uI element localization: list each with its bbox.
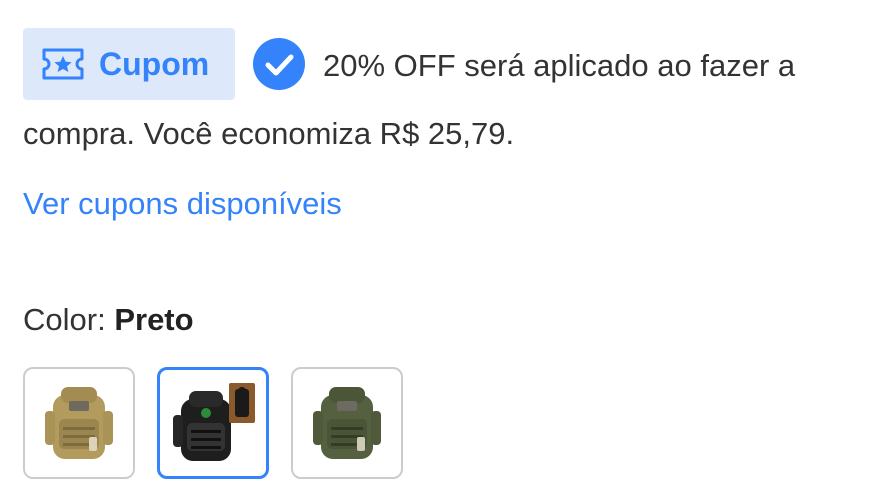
coupon-badge-label: Cupom	[99, 46, 210, 82]
color-swatches	[23, 367, 403, 479]
coupon-info: Cupom 20% OFF será aplicado ao fazer a c…	[23, 28, 863, 168]
view-coupons-link[interactable]: Ver cupons disponíveis	[23, 180, 342, 228]
color-swatch-khaki[interactable]	[23, 367, 135, 479]
color-label: Color:	[23, 302, 106, 337]
coupon-badge[interactable]: Cupom	[23, 28, 235, 100]
backpack-khaki-image	[45, 387, 113, 459]
coupon-text-line2: compra. Você economiza R$ 25,79.	[23, 116, 515, 151]
color-swatch-black[interactable]	[157, 367, 269, 479]
color-selected-value: Preto	[114, 302, 194, 337]
color-selector-label: Color: Preto	[23, 296, 194, 344]
coupon-text-line1: 20% OFF será aplicado ao fazer a	[323, 48, 796, 83]
backpack-green-image	[313, 387, 381, 459]
ticket-star-icon	[42, 48, 84, 80]
backpack-black-image	[173, 383, 255, 461]
check-circle-icon	[253, 38, 305, 90]
color-swatch-green[interactable]	[291, 367, 403, 479]
